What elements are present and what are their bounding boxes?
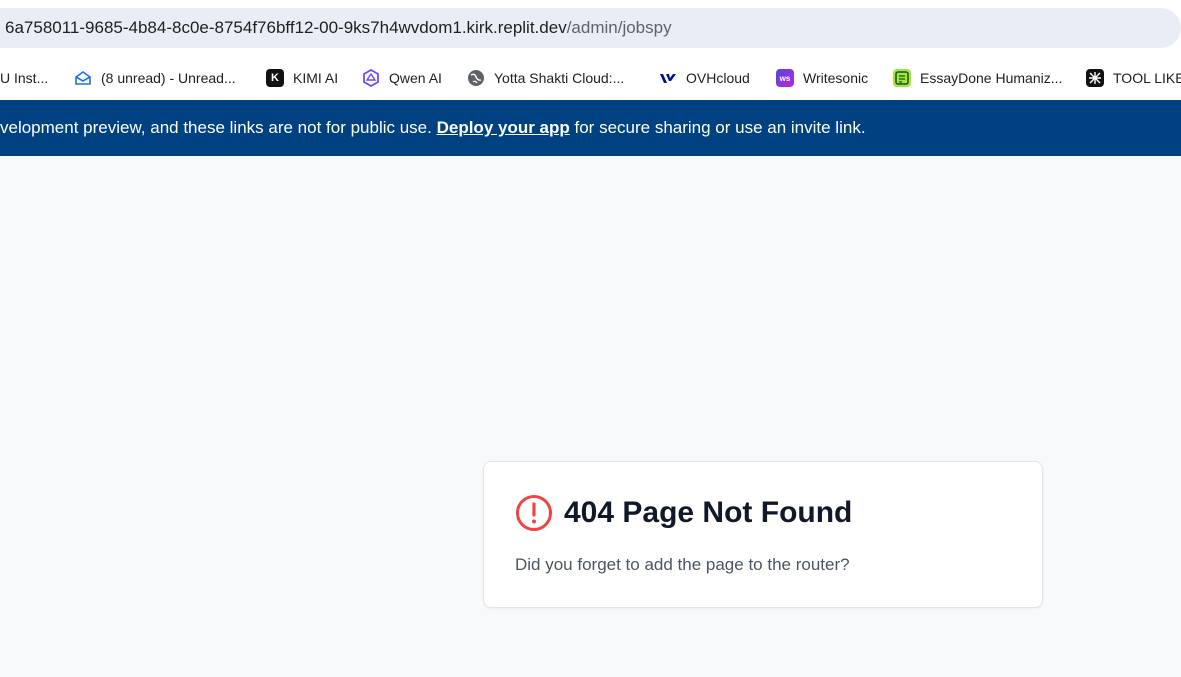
bookmark-label: KIMI AI [293,70,339,86]
essaydone-icon [893,69,911,87]
writesonic-icon: ws [776,69,794,87]
bookmark-label: TOOL LIKE [1113,70,1181,86]
banner-text-after: for secure sharing or use an invite link… [569,118,866,137]
tool-icon [1086,69,1104,87]
error-description: Did you forget to add the page to the ro… [515,555,850,574]
mail-icon [74,69,92,87]
bookmark-label: OVHcloud [686,70,750,86]
not-found-card: 404 Page Not Found Did you forget to add… [483,461,1043,608]
alert-circle-icon [516,495,552,531]
bookmark-item-tool[interactable]: TOOL LIKE [1086,56,1181,100]
replit-dev-preview-banner: velopment preview, and these links are n… [0,100,1181,156]
bookmark-item-writesonic[interactable]: ws Writesonic [776,56,868,100]
bookmark-label: U Inst... [0,70,49,86]
kimi-icon: K [266,69,284,87]
bookmark-item-yotta[interactable]: Yotta Shakti Cloud:... [467,56,624,100]
bookmarks-bar: U Inst... (8 unread) - Unread... K KIMI … [0,56,1181,100]
qwen-icon [362,69,380,87]
bookmark-label: (8 unread) - Unread... [101,70,236,86]
bookmark-item-essaydone[interactable]: EssayDone Humaniz... [893,56,1062,100]
bookmark-item-ovhcloud[interactable]: OVHcloud [659,56,750,100]
bookmark-item-unread-mail[interactable]: (8 unread) - Unread... [74,56,236,100]
url-path: /admin/jobspy [566,18,672,37]
page-title: 404 Page Not Found [564,496,853,529]
bookmark-item-kimi[interactable]: K KIMI AI [266,56,338,100]
bookmark-label: EssayDone Humaniz... [920,70,1063,86]
page-content: 404 Page Not Found Did you forget to add… [0,156,1181,677]
bookmark-item[interactable]: U Inst... [0,56,48,100]
url-host: 6a758011-9685-4b84-8c0e-8754f76bff12-00-… [5,18,567,37]
globe-icon [467,69,485,87]
bookmark-label: Writesonic [803,70,869,86]
card-header: 404 Page Not Found [515,494,852,532]
bookmark-label: Qwen AI [389,70,442,86]
deploy-your-app-link[interactable]: Deploy your app [437,118,570,137]
bookmark-label: Yotta Shakti Cloud:... [494,70,625,86]
banner-text-before: velopment preview, and these links are n… [0,118,437,137]
url-field[interactable]: 6a758011-9685-4b84-8c0e-8754f76bff12-00-… [0,8,1181,48]
ovh-icon [659,69,677,87]
bookmark-item-qwen[interactable]: Qwen AI [362,56,442,100]
banner-message: velopment preview, and these links are n… [0,118,866,138]
browser-address-bar: 6a758011-9685-4b84-8c0e-8754f76bff12-00-… [0,0,1181,56]
